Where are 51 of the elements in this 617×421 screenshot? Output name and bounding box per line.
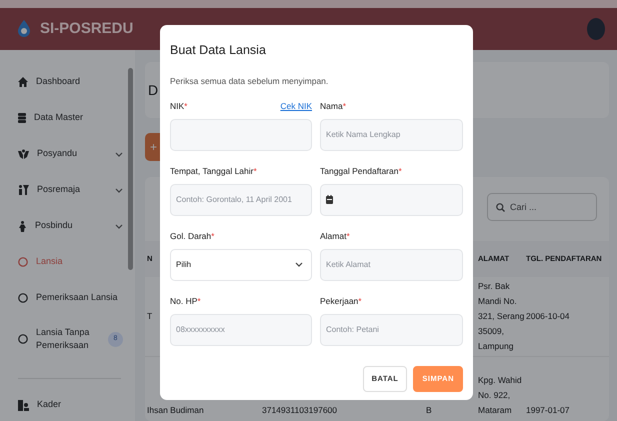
sidebar-item[interactable]: Posyandu [0, 136, 135, 172]
page-title: D [148, 80, 158, 100]
check-link[interactable]: Cek NIK [280, 100, 312, 112]
user-avatar[interactable] [587, 18, 605, 40]
circle-icon [18, 257, 28, 267]
table-cell-text: 1997-01-07 [526, 404, 570, 417]
field-label: Alamat* [320, 230, 350, 242]
home-icon [18, 77, 28, 87]
calendar-icon [326, 195, 333, 204]
input-field[interactable]: 08xxxxxxxxxx [170, 314, 312, 346]
people-icon [18, 185, 29, 195]
person-icon [18, 220, 27, 232]
brand-title: SI-POSREDU [40, 18, 134, 39]
sidebar-item[interactable]: Kader [0, 387, 135, 421]
date-field[interactable] [320, 184, 463, 216]
field-label: No. HP* [170, 294, 201, 308]
input-field[interactable]: Ketik Nama Lengkap [320, 118, 463, 151]
sidebar-item[interactable]: Pemeriksaan Lansia [0, 280, 135, 316]
drop-logo-icon [16, 20, 32, 38]
circle-icon [18, 293, 28, 303]
sidebar-item[interactable]: Posbindu [0, 208, 135, 244]
field-label: Gol. Darah* [170, 230, 214, 242]
scrollbar[interactable] [128, 68, 133, 270]
sidebar-item[interactable]: Posremaja [0, 172, 135, 208]
input-field[interactable]: Ketik Alamat [320, 248, 463, 281]
chevron-down-icon [295, 262, 303, 268]
table-cell-text: Psr. Bak Mandi No. 321, Serang 35009, Lampung [478, 280, 526, 353]
table-cell-text: 2006-10-04 [526, 310, 570, 324]
table-cell-text: Kpg. Wahid No. 922, Mataram [478, 374, 523, 417]
field-label: Tanggal Pendaftaran* [320, 164, 402, 178]
staff-icon [18, 400, 29, 410]
modal-subtitle: Periksa semua data sebelum menyimpan. [170, 75, 330, 88]
input-field[interactable] [170, 118, 312, 151]
input-field[interactable]: Contoh: Petani [320, 314, 463, 346]
table-cell-text: 3714931103197600 [262, 404, 338, 417]
select-field[interactable]: Pilih [170, 248, 312, 281]
field-label: Tempat, Tanggal Lahir* [170, 164, 257, 178]
field-label: Pekerjaan* [320, 294, 362, 308]
table-cell-text: Ihsan Budiman [147, 404, 205, 417]
field-label: NIK* [170, 100, 188, 112]
circle-icon [18, 334, 28, 344]
sidebar-item[interactable]: Data Master [0, 100, 135, 136]
field-label: Nama* [320, 100, 346, 112]
table-cell-text: T [147, 310, 154, 324]
table-cell-text: B [426, 404, 433, 417]
modal-title: Buat Data Lansia [170, 43, 267, 58]
database-icon [18, 113, 26, 123]
input-field[interactable]: Contoh: Gorontalo, 11 April 2001 [170, 184, 312, 216]
sidebar-item[interactable]: Dashboard [0, 64, 135, 100]
search-field[interactable]: Cari ... [487, 193, 597, 221]
hands-icon [18, 149, 29, 159]
